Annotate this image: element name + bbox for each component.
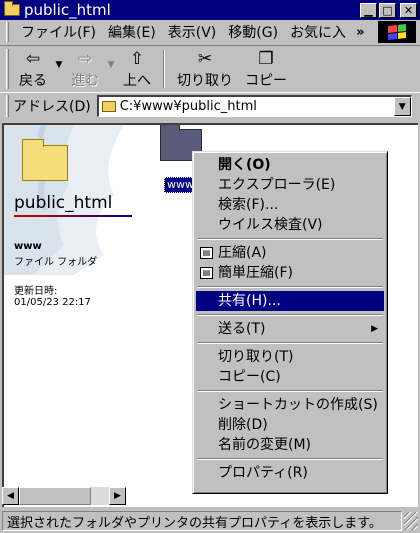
up-label: 上へ — [123, 72, 151, 89]
toolbar-grip[interactable] — [6, 48, 9, 89]
menu-separator — [197, 458, 383, 460]
menu-item-compress-label: 圧縮(A) — [218, 245, 267, 261]
menu-item-send-to-label: 送る(T) — [218, 321, 266, 337]
menu-separator — [197, 342, 383, 344]
menu-favorites[interactable]: お気に入 — [284, 22, 352, 42]
submenu-arrow-icon: ▶ — [371, 324, 378, 334]
menubar-grip[interactable] — [6, 22, 9, 42]
forward-label: 進む — [71, 72, 99, 89]
menu-item-sharing[interactable]: 共有(H)... — [196, 291, 384, 311]
menu-item-virus-scan[interactable]: ウイルス検査(V) — [196, 215, 384, 235]
horizontal-scrollbar[interactable]: ◀ ▶ — [2, 487, 126, 505]
cut-button[interactable]: ✂ 切り取り — [171, 48, 239, 90]
addressbar-grip[interactable] — [6, 95, 9, 117]
menu-item-properties[interactable]: プロパティ(R) — [196, 463, 384, 483]
address-bar: アドレス(D) C:¥www¥public_html ▼ — [0, 92, 420, 119]
menu-item-create-shortcut[interactable]: ショートカットの作成(S) — [196, 395, 384, 415]
scroll-right-button[interactable]: ▶ — [109, 487, 126, 505]
forward-button[interactable]: ⇨ 進む — [65, 48, 105, 90]
compress-icon: ▤ — [200, 267, 213, 279]
menu-item-cut[interactable]: 切り取り(T) — [196, 347, 384, 367]
status-bar: 選択されたフォルダやプリンタの共有プロパティを表示します。 — [0, 509, 420, 533]
menu-separator — [197, 314, 383, 316]
back-button[interactable]: ⇦ 戻る — [13, 48, 53, 90]
menu-item-rename[interactable]: 名前の変更(M) — [196, 435, 384, 455]
copy-label: コピー — [245, 72, 287, 89]
window-controls: ▁ □ ✕ — [360, 3, 417, 18]
scroll-thumb[interactable] — [19, 487, 91, 505]
menu-separator — [197, 390, 383, 392]
folder-icon — [101, 101, 116, 112]
minimize-icon: ▁ — [364, 4, 373, 17]
maximize-button[interactable]: □ — [379, 3, 396, 18]
forward-dropdown-arrow[interactable]: ▼ — [105, 60, 117, 70]
back-label: 戻る — [19, 72, 47, 89]
menu-file[interactable]: ファイル(F) — [15, 22, 102, 42]
window-title: public_html — [24, 1, 111, 19]
menu-item-open[interactable]: 開く(O) — [196, 155, 384, 175]
scroll-left-button[interactable]: ◀ — [2, 487, 19, 505]
menu-go[interactable]: 移動(G) — [222, 22, 284, 42]
menu-overflow-chevron[interactable]: » — [352, 25, 368, 40]
menu-view[interactable]: 表示(V) — [162, 22, 223, 42]
status-text: 選択されたフォルダやプリンタの共有プロパティを表示します。 — [2, 511, 402, 531]
menu-item-send-to[interactable]: 送る(T) ▶ — [196, 319, 384, 339]
address-combobox[interactable]: C:¥www¥public_html ▼ — [96, 95, 412, 117]
scroll-track[interactable] — [91, 487, 109, 505]
toolbar: ⇦ 戻る ▼ ⇨ 進む ▼ ⇧ 上へ ✂ 切り取り ❐ コピー — [0, 45, 420, 91]
address-dropdown-button[interactable]: ▼ — [393, 97, 411, 116]
address-input[interactable]: C:¥www¥public_html — [120, 99, 257, 114]
selected-item-name: www — [14, 241, 42, 252]
compress-icon: ▤ — [200, 247, 213, 259]
web-view-info-pane: public_html www ファイル フォルダ 更新日時: 01/05/23… — [14, 139, 134, 308]
menu-separator — [197, 286, 383, 288]
up-folder-icon: ⇧ — [129, 48, 145, 69]
menu-item-copy[interactable]: コピー(C) — [196, 367, 384, 387]
menu-bar: ファイル(F) 編集(E) 表示(V) 移動(G) お気に入 » — [0, 20, 420, 44]
menu-edit[interactable]: 編集(E) — [102, 22, 162, 42]
minimize-button[interactable]: ▁ — [360, 3, 377, 18]
menu-item-quick-compress-label: 簡単圧縮(F) — [218, 265, 293, 281]
menu-separator — [197, 238, 383, 240]
forward-arrow-icon: ⇨ — [77, 48, 93, 69]
menu-item-quick-compress[interactable]: ▤ 簡単圧縮(F) — [196, 263, 384, 283]
pane-divider — [14, 215, 132, 217]
back-dropdown-arrow[interactable]: ▼ — [53, 60, 65, 70]
menu-item-explore[interactable]: エクスプローラ(E) — [196, 175, 384, 195]
resize-grip[interactable] — [404, 512, 418, 530]
menu-item-find[interactable]: 検索(F)... — [196, 195, 384, 215]
scissors-icon: ✂ — [197, 48, 213, 69]
windows-logo-icon — [378, 21, 416, 43]
copy-icon: ❐ — [258, 48, 274, 69]
pane-title: public_html — [14, 193, 113, 213]
copy-button[interactable]: ❐ コピー — [239, 48, 293, 90]
address-label: アドレス(D) — [13, 99, 91, 115]
folder-icon — [22, 139, 68, 181]
menu-item-delete[interactable]: 削除(D) — [196, 415, 384, 435]
maximize-icon: □ — [382, 4, 393, 17]
up-button[interactable]: ⇧ 上へ — [117, 48, 157, 90]
selected-item-type: ファイル フォルダ — [14, 257, 98, 268]
modified-value: 01/05/23 22:17 — [14, 297, 91, 308]
close-button[interactable]: ✕ — [400, 3, 417, 18]
context-menu: 開く(O) エクスプローラ(E) 検索(F)... ウイルス検査(V) ▤ 圧縮… — [192, 151, 388, 494]
menu-item-compress[interactable]: ▤ 圧縮(A) — [196, 243, 384, 263]
folder-icon — [4, 1, 20, 16]
close-icon: ✕ — [403, 4, 414, 17]
back-arrow-icon: ⇦ — [25, 48, 41, 69]
toolbar-separator — [163, 49, 165, 88]
modified-label: 更新日時: — [14, 286, 58, 297]
title-bar[interactable]: public_html ▁ □ ✕ — [0, 0, 420, 20]
cut-label: 切り取り — [177, 72, 233, 89]
